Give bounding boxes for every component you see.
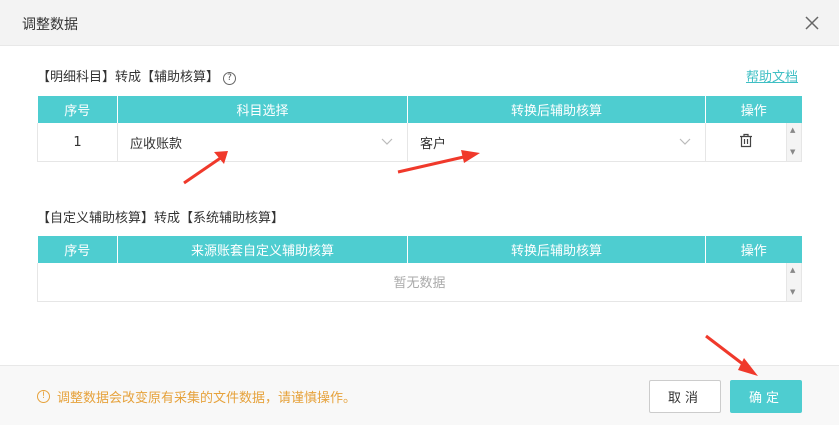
col-header-subject: 科目选择 <box>117 96 408 123</box>
warning-text: 调整数据会改变原有采集的文件数据，请谨慎操作。 <box>57 391 357 406</box>
warning-icon: ! <box>37 390 50 403</box>
section1-label: 【明细科目】转成【辅助核算】 <box>37 70 220 85</box>
section2-label: 【自定义辅助核算】转成【系统辅助核算】 <box>37 211 285 226</box>
trash-icon[interactable] <box>739 133 753 152</box>
empty-row: 暂无数据 <box>37 263 802 302</box>
aux-select[interactable]: 客户 <box>407 123 706 162</box>
dialog-footer: ! 调整数据会改变原有采集的文件数据，请谨慎操作。 取消 确定 <box>0 365 839 425</box>
adjust-data-dialog: 调整数据 【明细科目】转成【辅助核算】? 帮助文档 序号 科目选择 转换后辅助核… <box>0 0 839 425</box>
col-header-index: 序号 <box>37 96 118 123</box>
scroll-down-icon[interactable]: ▼ <box>790 148 795 156</box>
col-header-action: 操作 <box>705 96 802 123</box>
chevron-down-icon <box>381 135 393 150</box>
help-doc-link[interactable]: 帮助文档 <box>746 66 798 85</box>
table1-scrollbar[interactable]: ▲ ▼ <box>786 123 801 161</box>
confirm-button[interactable]: 确定 <box>730 380 802 413</box>
aux-select-value: 客户 <box>420 136 447 152</box>
scroll-up-icon[interactable]: ▲ <box>790 126 795 134</box>
scroll-up-icon[interactable]: ▲ <box>790 266 795 274</box>
table-row: 1 应收账款 客户 <box>37 123 802 162</box>
dialog-titlebar: 调整数据 <box>0 0 839 46</box>
table2-scrollbar[interactable]: ▲ ▼ <box>786 263 801 301</box>
section1-label-wrap: 【明细科目】转成【辅助核算】? <box>37 66 237 85</box>
chevron-down-icon <box>679 135 691 150</box>
close-icon[interactable] <box>803 14 821 32</box>
table-header-row: 序号 来源账套自定义辅助核算 转换后辅助核算 操作 <box>37 236 802 263</box>
empty-text: 暂无数据 <box>37 263 802 302</box>
subject-convert-table: 序号 科目选择 转换后辅助核算 操作 1 应收账款 客户 <box>37 96 802 162</box>
subject-select-value: 应收账款 <box>130 136 183 152</box>
col-header-index: 序号 <box>37 236 118 263</box>
subject-select[interactable]: 应收账款 <box>117 123 408 162</box>
question-icon[interactable]: ? <box>223 72 237 85</box>
table-header-row: 序号 科目选择 转换后辅助核算 操作 <box>37 96 802 123</box>
row-index: 1 <box>37 123 118 162</box>
col-header-aux: 转换后辅助核算 <box>407 96 706 123</box>
warning-message: ! 调整数据会改变原有采集的文件数据，请谨慎操作。 <box>37 387 356 406</box>
col-header-action: 操作 <box>705 236 802 263</box>
col-header-source-aux: 来源账套自定义辅助核算 <box>117 236 408 263</box>
cancel-button[interactable]: 取消 <box>649 380 721 413</box>
scroll-down-icon[interactable]: ▼ <box>790 288 795 296</box>
dialog-title: 调整数据 <box>22 17 78 33</box>
custom-aux-table: 序号 来源账套自定义辅助核算 转换后辅助核算 操作 暂无数据 <box>37 236 802 302</box>
col-header-aux: 转换后辅助核算 <box>407 236 706 263</box>
